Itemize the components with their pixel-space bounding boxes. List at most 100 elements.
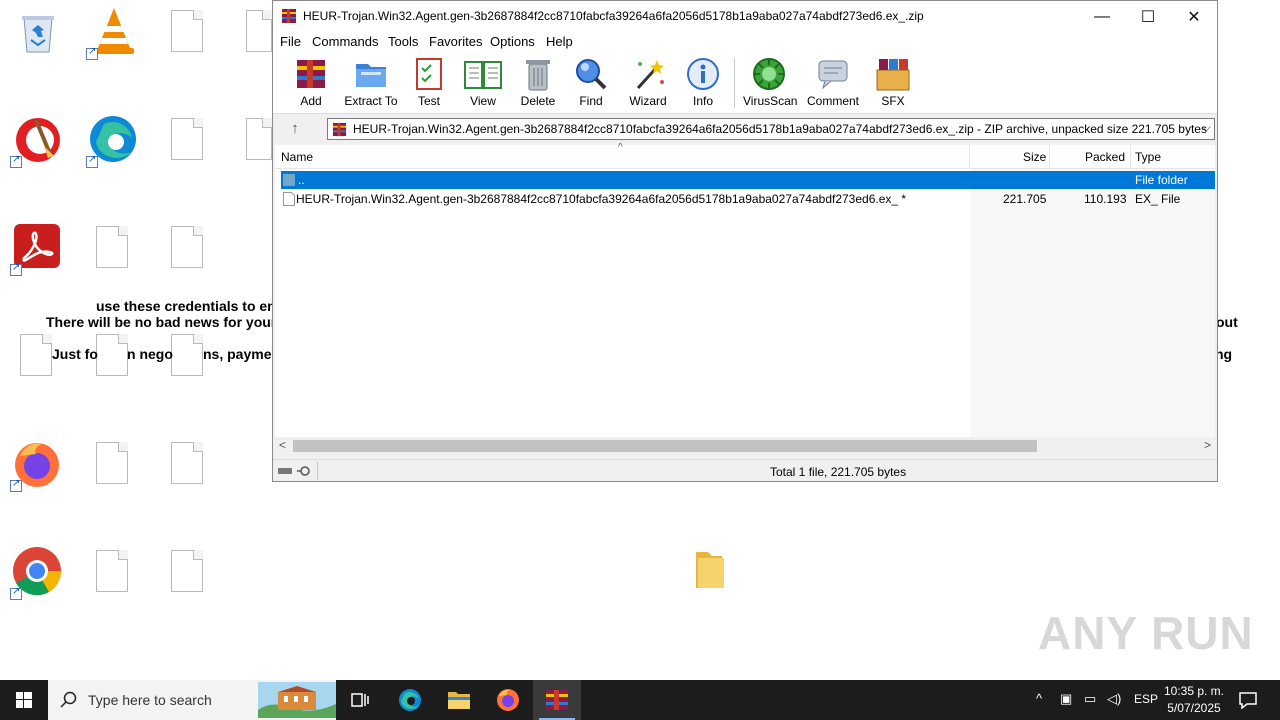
view-button[interactable]: View: [461, 56, 505, 112]
archive-icon: [332, 122, 347, 137]
file-list[interactable]: Name ^ Size Packed Type .. File folder H…: [275, 142, 1215, 455]
task-view-icon: [351, 693, 369, 707]
view-book-icon: [464, 61, 502, 89]
taskbar-edge[interactable]: [386, 680, 434, 720]
wizard-button[interactable]: Wizard: [627, 56, 669, 112]
firefox-icon[interactable]: [10, 436, 66, 492]
horizontal-scrollbar[interactable]: < >: [275, 437, 1215, 455]
meet-now-icon[interactable]: ▣: [1060, 691, 1072, 707]
path-dropdown[interactable]: HEUR-Trojan.Win32.Agent.gen-3b2687884f2c…: [327, 118, 1215, 140]
note-line-3a: Just fo: [52, 346, 98, 362]
table-row-parent-folder[interactable]: .. File folder: [281, 171, 1215, 189]
taskbar-file-explorer[interactable]: [435, 680, 483, 720]
edge-icon[interactable]: [86, 112, 142, 168]
menu-favorites[interactable]: Favorites: [429, 34, 482, 49]
drive-key-icon[interactable]: [277, 464, 315, 478]
test-checklist-icon: [416, 58, 442, 90]
shortcut-arrow-icon: [10, 478, 22, 492]
clock[interactable]: 10:35 p. m. 5/07/2025: [1158, 683, 1230, 717]
notification-center-icon[interactable]: [1236, 688, 1260, 712]
info-icon: [687, 58, 719, 90]
document-icon[interactable]: [96, 442, 128, 484]
taskbar-firefox[interactable]: [484, 680, 532, 720]
column-divider[interactable]: [969, 145, 970, 169]
row-packed: 110.193: [1084, 192, 1127, 206]
find-magnifier-icon: [576, 59, 607, 90]
test-button[interactable]: Test: [411, 56, 447, 112]
acrobat-reader-icon[interactable]: [10, 220, 66, 276]
document-icon[interactable]: [246, 10, 272, 52]
recycle-bin-icon[interactable]: [10, 4, 66, 60]
delete-button[interactable]: Delete: [517, 56, 559, 112]
scrollbar-thumb[interactable]: [293, 440, 1037, 452]
note-line-3c: ns, payme: [203, 346, 272, 362]
column-packed[interactable]: Packed: [1085, 150, 1125, 164]
close-button[interactable]: ✕: [1171, 1, 1217, 32]
menu-bar: File Commands Tools Favorites Options He…: [273, 32, 1217, 52]
scroll-left-icon[interactable]: <: [279, 438, 286, 452]
menu-file[interactable]: File: [280, 34, 301, 49]
add-archive-icon: [297, 60, 325, 88]
add-button[interactable]: Add: [291, 56, 331, 112]
document-icon[interactable]: [171, 334, 203, 376]
document-icon[interactable]: [20, 334, 52, 376]
document-icon[interactable]: [96, 550, 128, 592]
clock-date: 5/07/2025: [1167, 701, 1221, 715]
start-button[interactable]: [0, 680, 48, 720]
ccleaner-icon[interactable]: [10, 112, 66, 168]
folder-up-icon: [283, 174, 295, 186]
column-name[interactable]: Name: [281, 150, 313, 164]
title-bar[interactable]: HEUR-Trojan.Win32.Agent.gen-3b2687884f2c…: [273, 1, 1217, 32]
row-name: ..: [298, 173, 305, 187]
chevron-down-icon[interactable]: ⌵: [1202, 120, 1211, 135]
network-icon[interactable]: ▭: [1084, 691, 1096, 707]
vlc-icon[interactable]: [86, 4, 142, 60]
show-hidden-icons-icon[interactable]: ^: [1036, 691, 1042, 706]
document-icon[interactable]: [96, 226, 128, 268]
maximize-button[interactable]: ☐: [1125, 1, 1171, 32]
find-button[interactable]: Find: [573, 56, 609, 112]
table-row-file[interactable]: HEUR-Trojan.Win32.Agent.gen-3b2687884f2c…: [281, 190, 1215, 208]
window-title: HEUR-Trojan.Win32.Agent.gen-3b2687884f2c…: [303, 9, 924, 23]
extract-to-button[interactable]: Extract To: [343, 56, 399, 112]
virusscan-button[interactable]: VirusScan: [743, 56, 797, 112]
text-document-icon[interactable]: [246, 118, 272, 160]
menu-help[interactable]: Help: [546, 34, 573, 49]
up-arrow-icon[interactable]: ↑: [285, 120, 305, 138]
list-background: [971, 169, 1215, 437]
menu-commands[interactable]: Commands: [312, 34, 378, 49]
note-line-3b: n nego: [127, 346, 173, 362]
status-text: Total 1 file, 221.705 bytes: [770, 465, 907, 479]
document-icon[interactable]: [171, 226, 203, 268]
comment-button[interactable]: Comment: [805, 56, 861, 112]
language-indicator[interactable]: ESP: [1134, 692, 1158, 706]
menu-tools[interactable]: Tools: [388, 34, 418, 49]
row-type: File folder: [1135, 173, 1188, 187]
column-divider[interactable]: [1049, 145, 1050, 169]
sfx-button[interactable]: SFX: [871, 56, 915, 112]
taskbar-winrar[interactable]: [533, 680, 581, 720]
taskbar-search[interactable]: Type here to search: [48, 680, 336, 720]
document-icon[interactable]: [171, 118, 203, 160]
note-line-2-end: out: [1216, 314, 1238, 330]
minimize-button[interactable]: —: [1079, 1, 1125, 32]
task-view-button[interactable]: [336, 680, 384, 720]
chrome-icon[interactable]: [10, 544, 66, 600]
shortcut-arrow-icon: [86, 46, 98, 60]
row-type: EX_ File: [1135, 192, 1181, 206]
folder-icon[interactable]: [690, 548, 730, 592]
info-button[interactable]: Info: [683, 56, 723, 112]
note-line-1: use these credentials to en: [96, 298, 276, 314]
column-type[interactable]: Type: [1135, 150, 1161, 164]
column-size[interactable]: Size: [1023, 150, 1046, 164]
document-icon[interactable]: [96, 334, 128, 376]
menu-options[interactable]: Options: [490, 34, 535, 49]
document-icon[interactable]: [171, 10, 203, 52]
delete-trash-icon: [526, 60, 550, 91]
document-icon[interactable]: [171, 550, 203, 592]
scroll-right-icon[interactable]: >: [1204, 438, 1211, 452]
volume-icon[interactable]: ◁): [1107, 691, 1121, 707]
column-divider[interactable]: [1130, 145, 1131, 169]
document-icon[interactable]: [171, 442, 203, 484]
winrar-icon: [546, 690, 568, 710]
